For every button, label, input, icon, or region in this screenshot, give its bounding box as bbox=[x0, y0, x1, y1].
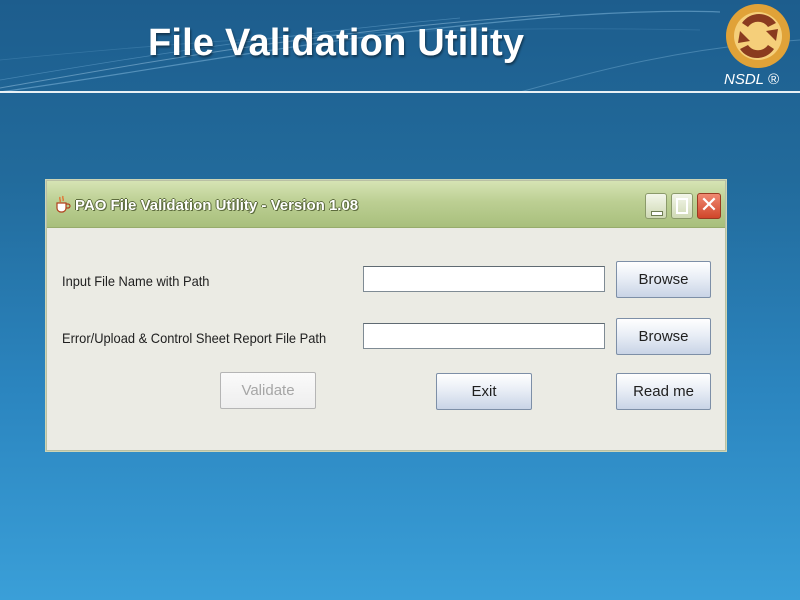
browse-report-path-button[interactable]: Browse bbox=[616, 318, 711, 355]
app-window: PAO File Validation Utility - Version 1.… bbox=[46, 180, 726, 451]
maximize-icon bbox=[676, 198, 688, 214]
report-path-field[interactable] bbox=[363, 323, 605, 349]
slide-header: File Validation Utility NSDL ® bbox=[0, 0, 800, 94]
java-coffee-icon bbox=[56, 195, 71, 213]
header-divider bbox=[0, 91, 800, 93]
close-icon: ✕ bbox=[699, 193, 719, 218]
nsdl-logo-icon bbox=[726, 4, 790, 68]
slide-title: File Validation Utility bbox=[148, 22, 525, 64]
minimize-icon bbox=[651, 211, 663, 216]
input-file-field[interactable] bbox=[363, 266, 605, 292]
minimize-button[interactable] bbox=[645, 193, 667, 219]
browse-input-file-button[interactable]: Browse bbox=[616, 261, 711, 298]
window-title: PAO File Validation Utility - Version 1.… bbox=[75, 197, 359, 214]
read-me-button[interactable]: Read me bbox=[616, 373, 711, 410]
report-path-label: Error/Upload & Control Sheet Report File… bbox=[62, 330, 327, 346]
close-button[interactable]: ✕ bbox=[697, 193, 721, 219]
window-titlebar[interactable]: PAO File Validation Utility - Version 1.… bbox=[47, 181, 725, 228]
validate-button[interactable]: Validate bbox=[220, 372, 316, 409]
exit-button[interactable]: Exit bbox=[436, 373, 532, 410]
maximize-button[interactable] bbox=[671, 193, 693, 219]
input-file-label: Input File Name with Path bbox=[62, 273, 210, 289]
logo-text: NSDL ® bbox=[724, 71, 779, 88]
